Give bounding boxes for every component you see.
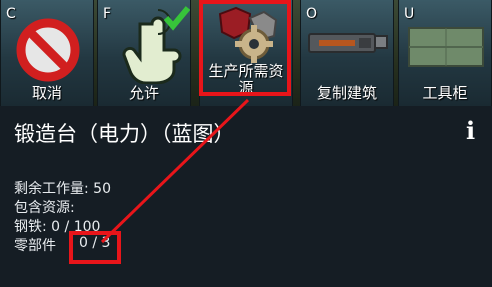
cancel-button[interactable]: C 取消 bbox=[0, 0, 94, 106]
contains-resources-text: 包含资源: bbox=[14, 200, 75, 216]
info-icon[interactable]: i bbox=[466, 116, 482, 145]
copy-building-icon bbox=[308, 33, 388, 53]
hotkey-label: O bbox=[306, 6, 318, 22]
hotkey-label: U bbox=[404, 6, 415, 22]
parts-highlight-box bbox=[69, 231, 121, 264]
resources-highlight-box bbox=[199, 0, 291, 96]
allow-button[interactable]: F 允许 bbox=[97, 0, 191, 106]
command-toolbar: C 取消 F 允许 生产所需资 源 O 复制建筑 U 工具柜 bbox=[0, 0, 492, 106]
parts-label: 零部件 bbox=[14, 238, 56, 254]
building-title: 锻造台（电力）（蓝图） bbox=[14, 122, 235, 146]
allow-label: 允许 bbox=[128, 84, 159, 102]
tool-cabinet-label: 工具柜 bbox=[422, 84, 468, 102]
copy-building-label: 复制建筑 bbox=[316, 84, 377, 102]
allow-hand-icon bbox=[122, 6, 190, 84]
tool-cabinet-icon bbox=[408, 27, 484, 67]
work-remaining-text: 剩余工作量: 50 bbox=[14, 181, 111, 197]
cancel-label: 取消 bbox=[31, 84, 62, 102]
tool-cabinet-button[interactable]: U 工具柜 bbox=[398, 0, 492, 106]
copy-building-button[interactable]: O 复制建筑 bbox=[300, 0, 394, 106]
hotkey-label: C bbox=[6, 6, 16, 22]
cancel-icon bbox=[16, 18, 80, 82]
hotkey-label: F bbox=[103, 6, 112, 22]
